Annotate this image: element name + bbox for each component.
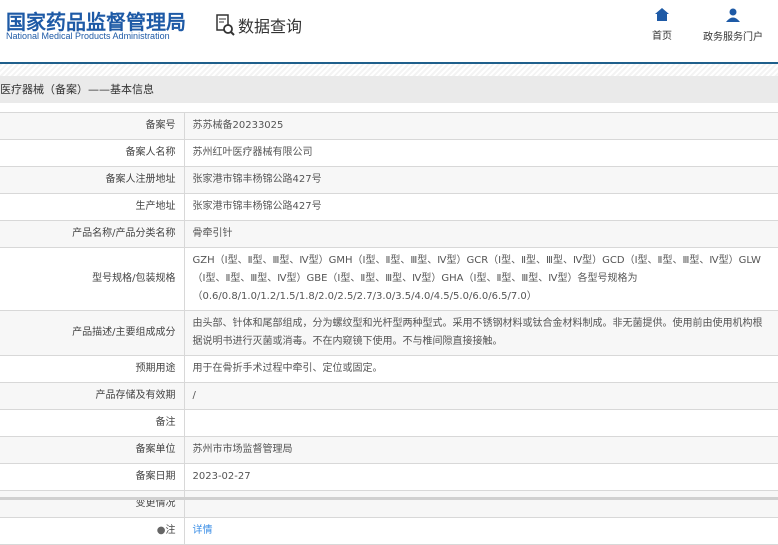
table-bottom-border	[0, 497, 778, 500]
table-row: 备案号 苏苏械备20233025	[0, 112, 778, 140]
field-label: 产品名称/产品分类名称	[0, 220, 185, 248]
document-search-icon	[216, 14, 235, 36]
nav-home[interactable]: 首页	[652, 8, 672, 42]
info-table: 备案号 苏苏械备20233025 备案人名称 苏州红叶医疗器械有限公司 备案人注册地址张…	[0, 112, 778, 545]
home-icon	[655, 8, 669, 21]
table-row: 备注	[0, 409, 778, 437]
field-value	[183, 490, 778, 518]
table-row: 备案人名称 苏州红叶医疗器械有限公司	[0, 139, 778, 167]
table-row: 备案人注册地址 张家港市锦丰杨锦公路427号	[0, 166, 778, 194]
field-value: 苏州红叶医疗器械有限公司	[183, 139, 778, 167]
field-value: 骨牵引针	[183, 220, 778, 248]
nav-gov-portal-label: 政务服务门户	[703, 32, 763, 43]
field-label: 备案人名称	[0, 139, 185, 167]
table-row: 备案单位 苏州市市场监督管理局	[0, 436, 778, 464]
decorative-stripe	[0, 64, 778, 76]
details-link[interactable]: 详情	[193, 525, 213, 536]
site-header: 国家药品监督管理局 National Medical Products Admi…	[0, 0, 778, 62]
field-label: 产品存储及有效期	[0, 382, 185, 410]
field-value-note: 详情	[183, 517, 778, 545]
user-icon	[726, 8, 740, 22]
field-value: 苏州市市场监督管理局	[183, 436, 778, 464]
nav-home-label: 首页	[652, 31, 672, 42]
field-label: 型号规格/包装规格	[0, 247, 185, 311]
field-value: 张家港市锦丰杨锦公路427号	[183, 193, 778, 221]
table-row: 型号规格/包装规格 GZH（Ⅰ型、Ⅱ型、Ⅲ型、Ⅳ型）GMH（Ⅰ型、Ⅱ型、Ⅲ型、Ⅳ型…	[0, 247, 778, 311]
field-value: 用于在骨折手术过程中牵引、定位或固定。	[183, 355, 778, 383]
table-row: 变更情况	[0, 490, 778, 518]
field-label: 备案单位	[0, 436, 185, 464]
field-label: 备注	[0, 409, 185, 437]
data-query-title[interactable]: 数据查询	[216, 13, 302, 37]
table-row: 生产地址 张家港市锦丰杨锦公路427号	[0, 193, 778, 221]
field-label-note: ●注	[0, 517, 185, 545]
field-value: 苏苏械备20233025	[183, 112, 778, 140]
field-label: 产品描述/主要组成成分	[0, 310, 185, 356]
logo-subtitle: National Medical Products Administration	[6, 31, 170, 41]
field-value: 由头部、针体和尾部组成，分为螺纹型和光杆型两种型式。采用不锈钢材料或钛合金材料制…	[183, 310, 778, 356]
table-row: 产品存储及有效期 /	[0, 382, 778, 410]
field-label: 备案日期	[0, 463, 185, 491]
table-row-note: ●注 详情	[0, 517, 778, 545]
field-value: /	[183, 382, 778, 410]
table-row: 备案日期 2023-02-27	[0, 463, 778, 491]
field-label: 备案人注册地址	[0, 166, 185, 194]
nav-gov-portal[interactable]: 政务服务门户	[703, 8, 763, 43]
field-value	[183, 409, 778, 437]
field-label: 生产地址	[0, 193, 185, 221]
field-label: 变更情况	[0, 490, 185, 518]
table-row: 预期用途 用于在骨折手术过程中牵引、定位或固定。	[0, 355, 778, 383]
table-row: 产品名称/产品分类名称 骨牵引针	[0, 220, 778, 248]
bulb-icon: ●	[156, 525, 166, 536]
field-label: 预期用途	[0, 355, 185, 383]
field-value: GZH（Ⅰ型、Ⅱ型、Ⅲ型、Ⅳ型）GMH（Ⅰ型、Ⅱ型、Ⅲ型、Ⅳ型）GCR（Ⅰ型、Ⅱ…	[183, 247, 778, 311]
table-row: 产品描述/主要组成成分 由头部、针体和尾部组成，分为螺纹型和光杆型两种型式。采用不…	[0, 310, 778, 356]
field-label: 备案号	[0, 112, 185, 140]
data-query-label: 数据查询	[238, 17, 303, 36]
note-label: 注	[165, 525, 176, 536]
field-value: 张家港市锦丰杨锦公路427号	[183, 166, 778, 194]
breadcrumb: 医疗器械（备案）——基本信息	[0, 76, 778, 103]
field-value: 2023-02-27	[183, 463, 778, 491]
